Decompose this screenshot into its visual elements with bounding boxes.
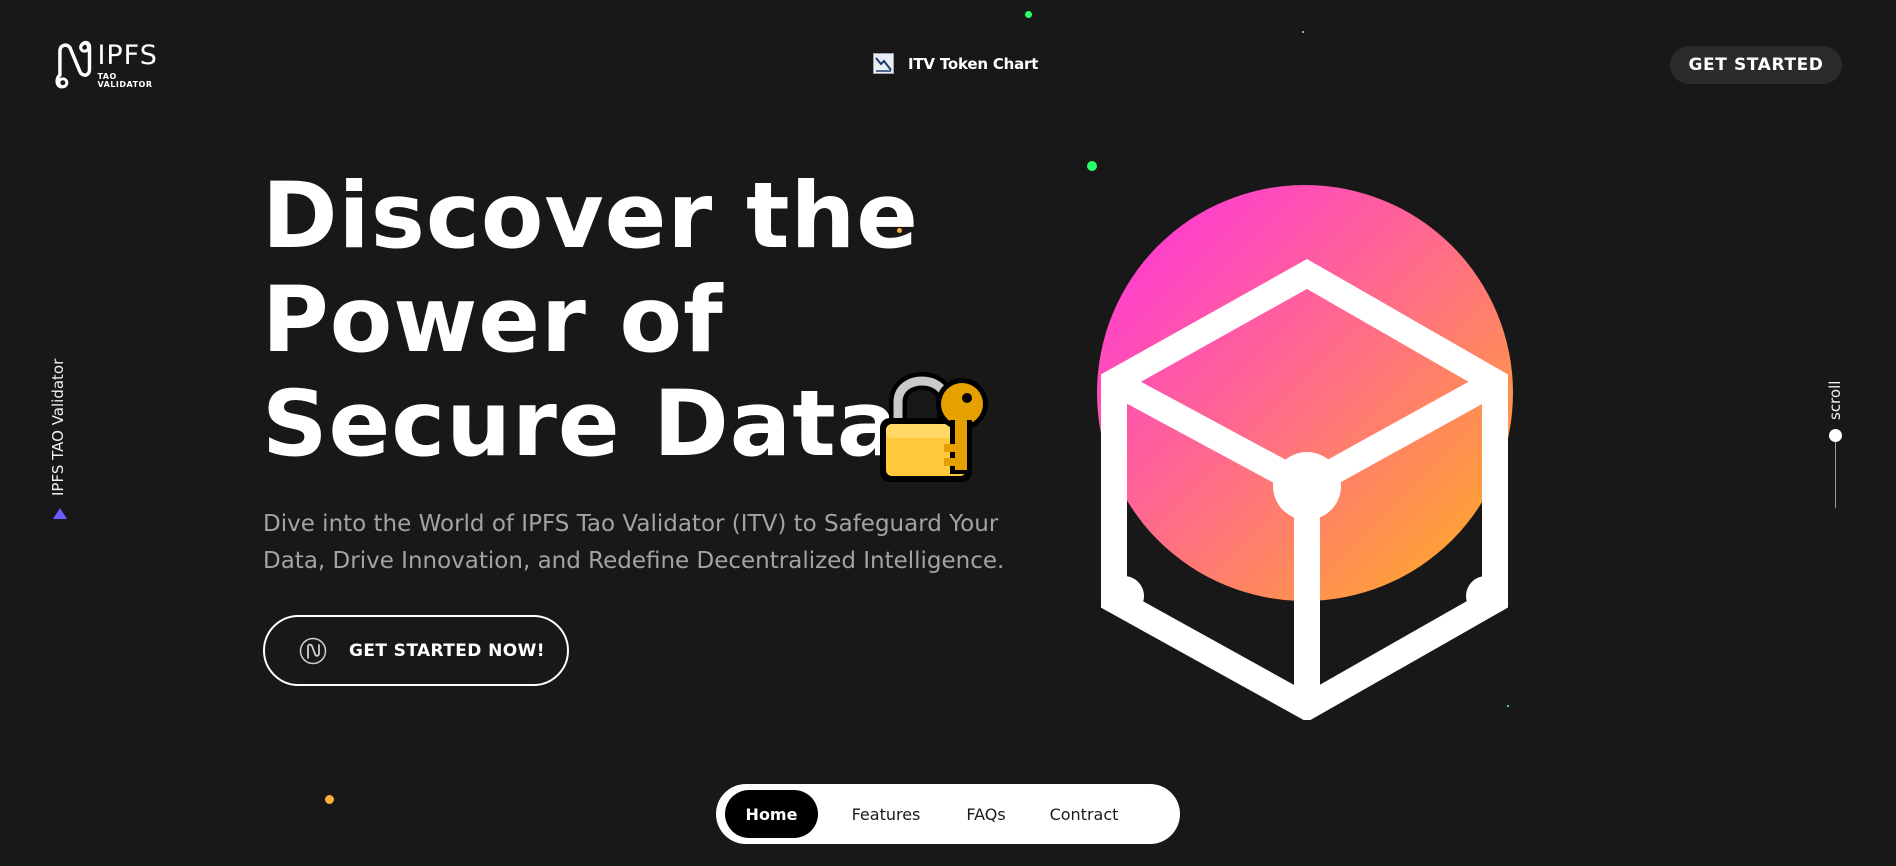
nav-item-home[interactable]: Home [725, 790, 818, 838]
site-logo[interactable]: IPFS TAO VALIDATOR [54, 34, 174, 96]
decorative-dot [1087, 161, 1097, 171]
itv-token-chart-link[interactable]: ITV Token Chart [873, 53, 1038, 74]
decorative-dot [1302, 31, 1304, 33]
lock-with-key-icon [880, 372, 988, 482]
decorative-dot [325, 795, 334, 804]
hero-subtitle-line: Dive into the World of IPFS Tao Validato… [263, 511, 999, 537]
hero-subtitle: Dive into the World of IPFS Tao Validato… [263, 506, 1063, 580]
landing-page: IPFS TAO VALIDATOR ITV Token Chart GET S… [0, 0, 1896, 866]
nav-item-features[interactable]: Features [846, 790, 926, 838]
scroll-indicator-track [1835, 442, 1836, 508]
hero-title-line: Power of [262, 268, 724, 373]
hero-title-line: Discover the [262, 164, 919, 269]
logo-badge-icon [299, 637, 327, 664]
nav-item-faqs[interactable]: FAQs [956, 790, 1016, 838]
chart-link-label: ITV Token Chart [908, 54, 1039, 73]
bottom-nav: Home Features FAQs Contract [716, 784, 1180, 844]
chart-icon [873, 53, 894, 74]
scroll-label: scroll [1826, 380, 1844, 420]
logo-main-text: IPFS [97, 39, 158, 71]
decorative-dot [1025, 11, 1032, 18]
hero-subtitle-line: Data, Drive Innovation, and Redefine Dec… [263, 548, 1005, 574]
side-brand-label: IPFS TAO Validator [49, 358, 67, 496]
logo-wordmark: IPFS TAO VALIDATOR [97, 42, 174, 89]
get-started-now-button[interactable]: GET STARTED NOW! [263, 615, 569, 686]
cube-illustration [1097, 185, 1513, 720]
nav-item-contract[interactable]: Contract [1044, 790, 1124, 838]
get-started-now-label: GET STARTED NOW! [349, 640, 545, 661]
get-started-button[interactable]: GET STARTED [1670, 46, 1842, 84]
scroll-indicator-dot[interactable] [1829, 429, 1842, 442]
triangle-up-icon [53, 508, 67, 519]
logo-sub-text: TAO VALIDATOR [97, 71, 153, 89]
logo-mark-icon [55, 40, 92, 89]
decorative-dot [1507, 705, 1509, 707]
decorative-dot [897, 228, 902, 233]
